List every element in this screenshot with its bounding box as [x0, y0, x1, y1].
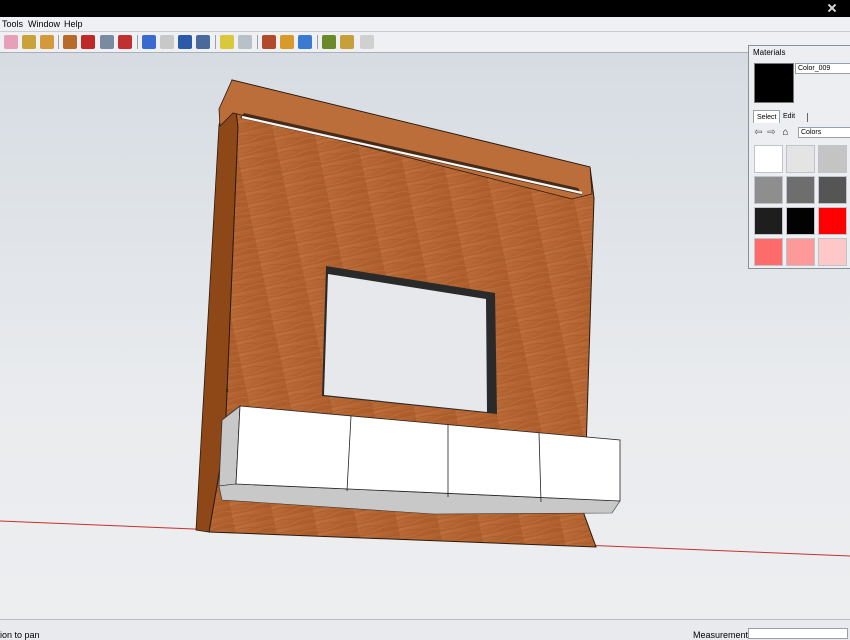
tab-edit[interactable]: Edit: [780, 110, 798, 123]
measurements-input[interactable]: [748, 628, 848, 639]
materials-tabs: Select Edit: [753, 110, 850, 123]
tab-divider: [807, 113, 808, 122]
model-viewport[interactable]: z: [0, 53, 850, 619]
status-bar: ion to pan Measurements: [0, 619, 850, 640]
color-swatch[interactable]: [818, 238, 847, 266]
forward-arrow-icon[interactable]: ⇨: [766, 127, 777, 138]
color-swatch[interactable]: [818, 207, 847, 235]
color-swatch[interactable]: [786, 176, 815, 204]
color-swatch[interactable]: [818, 145, 847, 173]
color-swatch[interactable]: [786, 238, 815, 266]
materials-title: Materials: [753, 48, 786, 57]
current-material-swatch[interactable]: [754, 63, 794, 103]
color-swatch[interactable]: [754, 176, 783, 204]
tab-select[interactable]: Select: [753, 110, 781, 123]
home-icon[interactable]: ⌂: [780, 127, 791, 138]
color-swatch[interactable]: [754, 238, 783, 266]
swatch-grid: [754, 145, 850, 266]
materials-nav: ⇦ ⇨ ⌂ Colors: [753, 127, 850, 139]
material-name-field[interactable]: Color_009: [795, 63, 850, 74]
color-swatch[interactable]: [786, 207, 815, 235]
materials-panel: Materials Color_009 Select Edit ⇦ ⇨ ⌂ Co…: [748, 45, 850, 269]
library-dropdown[interactable]: Colors: [798, 127, 850, 138]
color-swatch[interactable]: [818, 176, 847, 204]
color-swatch[interactable]: [786, 145, 815, 173]
back-arrow-icon[interactable]: ⇦: [753, 127, 764, 138]
color-swatch[interactable]: [754, 207, 783, 235]
color-swatch[interactable]: [754, 145, 783, 173]
model-scene: z: [0, 79, 850, 557]
